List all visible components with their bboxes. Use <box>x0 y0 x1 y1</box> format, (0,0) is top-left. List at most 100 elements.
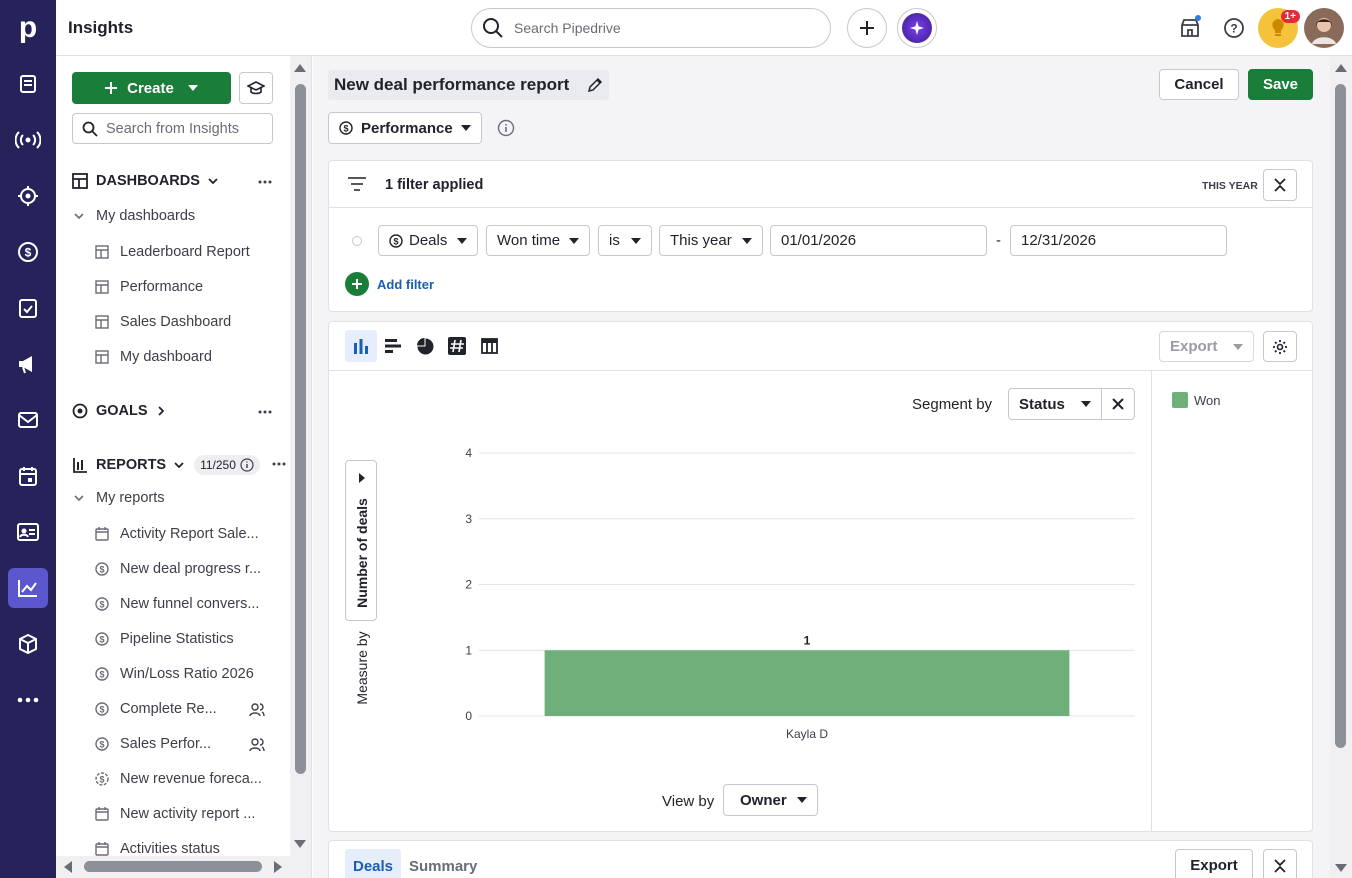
report-title-field[interactable]: New deal performance report <box>328 70 610 100</box>
products-box-icon[interactable] <box>8 624 48 664</box>
pipedrive-logo[interactable]: p <box>0 0 56 56</box>
insights-search-input[interactable]: Search from Insights <box>72 113 273 144</box>
report-item[interactable]: Activity Report Sale... <box>94 526 259 542</box>
calendar-icon <box>94 806 110 822</box>
calendar-icon[interactable] <box>8 456 48 496</box>
leads-icon[interactable] <box>8 64 48 104</box>
cancel-button[interactable]: Cancel <box>1159 69 1239 100</box>
chart-type-bar-button[interactable] <box>345 330 377 362</box>
target-icon[interactable] <box>8 176 48 216</box>
details-export-button[interactable]: Export <box>1175 849 1253 878</box>
insights-sidebar: Create Search from Insights DASHBOARDS M… <box>56 56 290 878</box>
tips-bulb-button[interactable]: 1+ <box>1258 8 1300 48</box>
report-item[interactable]: $ Win/Loss Ratio 2026 <box>94 666 254 682</box>
dashboard-item-performance[interactable]: Performance <box>94 279 203 295</box>
dashboard-item-leaderboard[interactable]: Leaderboard Report <box>94 244 250 260</box>
report-item[interactable]: $ Pipeline Statistics <box>94 631 234 647</box>
y-tick-label: 0 <box>465 709 472 723</box>
report-item[interactable]: $ Sales Perfor... <box>94 736 211 752</box>
ai-assistant-button[interactable] <box>897 8 937 48</box>
filter-operator-select[interactable]: is <box>598 225 652 256</box>
report-item[interactable]: New activity report ... <box>94 806 255 822</box>
dollar-icon: $ <box>94 631 110 647</box>
chevron-down-icon <box>569 237 579 244</box>
marketplace-icon[interactable] <box>1170 8 1210 48</box>
date-separator: - <box>996 232 1001 249</box>
view-by-select[interactable]: Owner <box>723 784 818 816</box>
scroll-up-icon <box>1335 64 1347 72</box>
more-options-icon[interactable] <box>272 462 286 466</box>
tab-deals[interactable]: Deals <box>345 849 402 878</box>
insights-chart-icon[interactable] <box>8 568 48 608</box>
report-type-select[interactable]: $ Performance <box>328 112 482 144</box>
info-icon[interactable] <box>497 119 515 137</box>
chart-export-button[interactable]: Export <box>1159 331 1254 362</box>
activities-clipboard-icon[interactable] <box>8 288 48 328</box>
report-label: Win/Loss Ratio 2026 <box>120 666 254 682</box>
dashboards-section-header[interactable]: DASHBOARDS <box>72 173 218 189</box>
create-button[interactable]: Create <box>72 72 231 104</box>
y-tick-label: 3 <box>465 512 472 526</box>
chart-settings-button[interactable] <box>1263 331 1297 362</box>
chart-type-table-button[interactable] <box>473 330 505 362</box>
quick-add-button[interactable] <box>847 8 887 48</box>
filter-entity-select[interactable]: $ Deals <box>378 225 478 256</box>
tab-summary[interactable]: Summary <box>409 849 477 878</box>
help-icon[interactable]: ? <box>1214 8 1254 48</box>
chart-type-horizontal-bar-button[interactable] <box>377 330 409 362</box>
info-icon <box>240 458 254 472</box>
chart-type-pie-button[interactable] <box>409 330 441 362</box>
chart-type-scorecard-button[interactable] <box>441 330 473 362</box>
top-bar: Insights Search Pipedrive ? 1+ <box>56 0 1352 56</box>
report-item[interactable]: $ New deal progress r... <box>94 561 261 577</box>
deals-dollar-icon[interactable]: $ <box>8 232 48 272</box>
more-options-icon[interactable] <box>258 410 272 414</box>
my-dashboards-group[interactable]: My dashboards <box>74 208 195 224</box>
more-options-icon[interactable] <box>258 180 272 184</box>
segment-by-select[interactable]: Status <box>1008 388 1102 420</box>
dashboard-item-my-dashboard[interactable]: My dashboard <box>94 349 212 365</box>
page-vertical-scrollbar[interactable] <box>1330 56 1352 878</box>
scroll-thumb[interactable] <box>1335 84 1346 748</box>
report-item[interactable]: $ New funnel convers... <box>94 596 259 612</box>
date-to-input[interactable]: 12/31/2026 <box>1010 225 1227 256</box>
filter-period: This year <box>670 232 732 249</box>
goals-section-header[interactable]: GOALS <box>72 403 164 419</box>
sidebar-vertical-scrollbar[interactable] <box>290 56 312 878</box>
learn-button[interactable] <box>239 72 273 104</box>
contacts-card-icon[interactable] <box>8 512 48 552</box>
filter-field-select[interactable]: Won time <box>486 225 590 256</box>
save-button[interactable]: Save <box>1248 69 1313 100</box>
scroll-thumb[interactable] <box>295 84 306 774</box>
edit-pencil-icon[interactable] <box>587 77 603 93</box>
chevron-down-icon <box>797 797 807 803</box>
global-search-input[interactable]: Search Pipedrive <box>471 8 831 48</box>
legend-item-won[interactable]: Won <box>1172 392 1221 408</box>
collapse-filter-button[interactable] <box>1263 169 1297 201</box>
search-placeholder: Search Pipedrive <box>514 20 621 36</box>
clear-segment-button[interactable] <box>1101 388 1135 420</box>
filter-operator: is <box>609 232 620 249</box>
sidebar-horizontal-scrollbar[interactable] <box>56 856 290 878</box>
dashboard-item-sales[interactable]: Sales Dashboard <box>94 314 231 330</box>
reports-section-header[interactable]: REPORTS 11/250 <box>72 455 260 475</box>
scroll-thumb[interactable] <box>84 861 262 872</box>
period-tag: THIS YEAR <box>1202 180 1258 192</box>
filter-summary: 1 filter applied <box>385 177 484 193</box>
report-item[interactable]: Activities status <box>94 841 220 857</box>
user-avatar[interactable] <box>1304 8 1344 48</box>
mail-icon[interactable] <box>8 400 48 440</box>
add-filter-button[interactable]: Add filter <box>345 272 434 296</box>
segment-value: Status <box>1019 395 1065 413</box>
report-item[interactable]: $ New revenue foreca... <box>94 771 262 787</box>
my-reports-group[interactable]: My reports <box>74 490 165 506</box>
date-from-input[interactable]: 01/01/2026 <box>770 225 987 256</box>
campaigns-megaphone-icon[interactable] <box>8 344 48 384</box>
chevron-down-icon <box>1233 343 1243 350</box>
broadcast-icon[interactable] <box>8 120 48 160</box>
more-dots-icon[interactable] <box>8 680 48 720</box>
collapse-details-button[interactable] <box>1263 849 1297 878</box>
report-item[interactable]: $ Complete Re... <box>94 701 217 717</box>
table-icon <box>480 338 498 354</box>
filter-period-select[interactable]: This year <box>659 225 763 256</box>
